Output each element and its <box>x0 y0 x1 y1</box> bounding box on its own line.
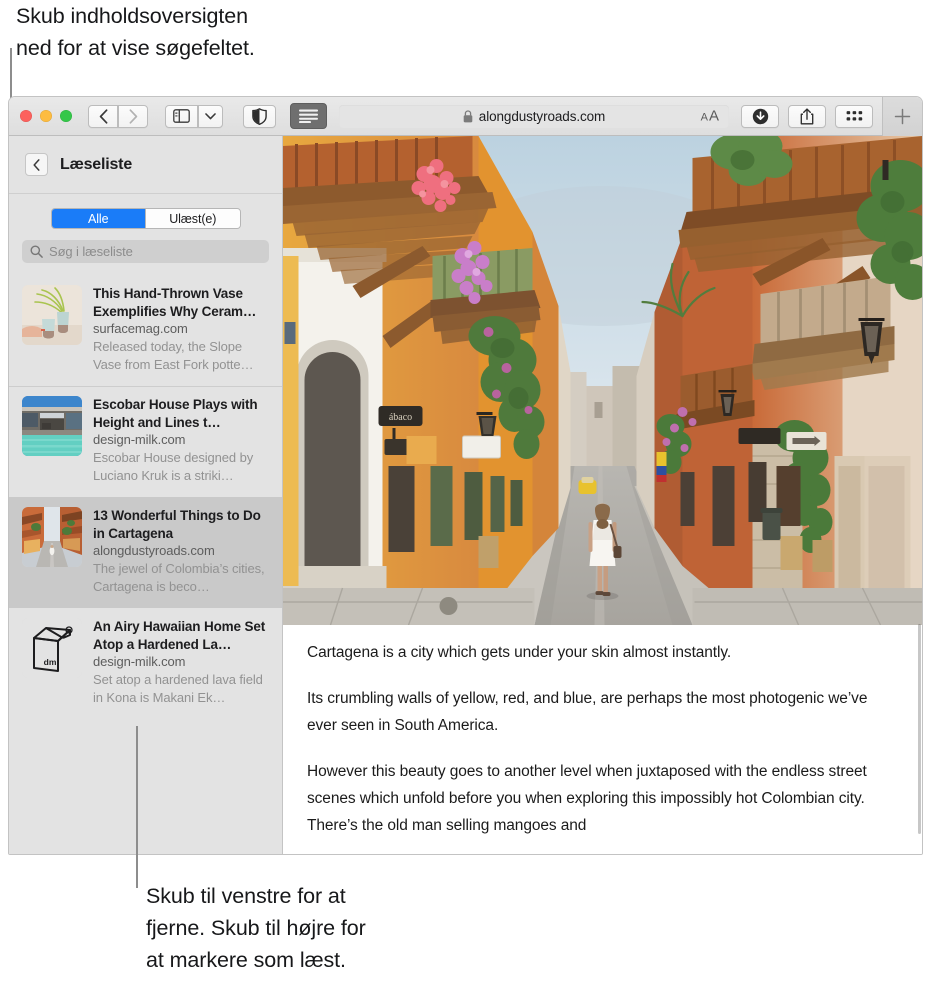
minimize-window-button[interactable] <box>40 110 52 122</box>
window-content: Læseliste Alle Ulæst(e) Søg i læseliste … <box>9 136 922 854</box>
download-icon <box>752 108 768 124</box>
sidebar-back-button[interactable] <box>25 153 48 176</box>
page-title: Læseliste <box>60 155 133 173</box>
list-item-title: 13 Wonderful Things to Do in Cartagena <box>93 508 261 541</box>
privacy-report-button[interactable] <box>243 104 276 128</box>
tab-overview-button[interactable] <box>835 104 873 128</box>
address-bar-content: alongdustyroads.com <box>463 109 605 124</box>
font-size-large-label: A <box>708 107 719 125</box>
callout-top-leader-line <box>10 48 12 100</box>
list-item-title: An Airy Hawaiian Home Set Atop a Hardene… <box>93 619 266 652</box>
list-item-text: Escobar House Plays with Height and Line… <box>93 396 270 485</box>
list-item-excerpt: Escobar House designed by Luciano Kruk i… <box>93 450 254 483</box>
toggle-sidebar-button[interactable] <box>165 104 198 128</box>
article-paragraph: Cartagena is a city which gets under you… <box>307 644 732 661</box>
reading-list-sidebar: Læseliste Alle Ulæst(e) Søg i læseliste … <box>9 136 283 854</box>
address-bar[interactable]: alongdustyroads.com AA <box>339 104 729 128</box>
list-item-title: This Hand-Thrown Vase Exemplifies Why Ce… <box>93 286 257 319</box>
article-text: Cartagena is a city which gets under you… <box>283 625 922 839</box>
chevron-down-icon <box>205 112 216 119</box>
svg-text:ábaco: ábaco <box>389 412 412 423</box>
chevron-left-icon <box>99 108 107 124</box>
window-traffic-lights <box>20 110 72 122</box>
svg-text:dm: dm <box>44 657 57 667</box>
tab-all[interactable]: Alle <box>51 209 145 228</box>
shield-icon <box>252 107 267 125</box>
callout-bottom-leader-line <box>136 726 138 888</box>
share-button[interactable] <box>788 104 826 128</box>
list-item-domain: surfacemag.com <box>93 321 188 336</box>
chevron-left-icon <box>33 158 40 171</box>
list-item-domain: design-milk.com <box>93 432 186 447</box>
downloads-button[interactable] <box>741 104 779 128</box>
callout-top-text: Skub indholdsoversigten ned for at vise … <box>16 4 255 60</box>
chevron-right-icon <box>129 108 137 124</box>
list-item-text: This Hand-Thrown Vase Exemplifies Why Ce… <box>93 285 270 374</box>
plus-icon <box>894 108 911 124</box>
search-icon <box>30 245 43 258</box>
article-pane: ábaco Cartagena is a city which gets und… <box>283 136 922 854</box>
list-item[interactable]: This Hand-Thrown Vase Exemplifies Why Ce… <box>9 275 282 386</box>
lock-icon <box>463 109 473 122</box>
tab-unread[interactable]: Ulæst(e) <box>145 209 240 228</box>
share-icon <box>800 107 814 124</box>
forward-button[interactable] <box>118 104 148 128</box>
browser-toolbar: alongdustyroads.com AA <box>9 97 922 136</box>
list-item-domain: design-milk.com <box>93 654 186 669</box>
toolbar-right-button-group <box>741 104 873 128</box>
milk-carton-icon: R dm <box>22 618 82 678</box>
sidebar-header: Læseliste <box>9 136 282 194</box>
cartagena-street-photo: ábaco <box>283 136 922 625</box>
sidebar-menu-button[interactable] <box>198 104 223 128</box>
article-paragraph: However this beauty goes to another leve… <box>307 763 867 834</box>
search-placeholder: Søg i læseliste <box>49 244 133 259</box>
filter-segmented-control-wrap: Alle Ulæst(e) <box>9 194 282 229</box>
filter-segmented-control: Alle Ulæst(e) <box>50 208 241 229</box>
article-paragraph: Its crumbling walls of yellow, red, and … <box>307 690 868 734</box>
list-item[interactable]: Escobar House Plays with Height and Line… <box>9 386 282 497</box>
modern-house-pool-thumbnail <box>22 396 82 456</box>
list-item-text: 13 Wonderful Things to Do in Cartagena a… <box>93 507 270 596</box>
font-size-small-label: A <box>700 111 708 124</box>
vase-photo <box>22 285 82 345</box>
article-scrollbar[interactable] <box>918 624 921 834</box>
house-photo <box>22 396 82 456</box>
ceramic-vases-thumbnail <box>22 285 82 345</box>
sidebar-icon <box>173 109 190 123</box>
svg-text:R: R <box>67 628 70 633</box>
street-photo <box>22 507 82 567</box>
list-item-title: Escobar House Plays with Height and Line… <box>93 397 258 430</box>
reading-list: This Hand-Thrown Vase Exemplifies Why Ce… <box>9 275 282 719</box>
list-item-text: An Airy Hawaiian Home Set Atop a Hardene… <box>93 618 270 707</box>
screenshot-root: Skub indholdsoversigten ned for at vise … <box>0 0 931 987</box>
new-tab-button[interactable] <box>882 97 922 136</box>
search-input[interactable]: Søg i læseliste <box>22 240 269 263</box>
close-window-button[interactable] <box>20 110 32 122</box>
cartagena-street-thumbnail <box>22 507 82 567</box>
font-size-button[interactable]: AA <box>701 108 719 125</box>
navigation-button-group <box>88 104 148 128</box>
list-item-excerpt: The jewel of Colombia’s cities, Cartagen… <box>93 561 265 594</box>
safari-window: alongdustyroads.com AA Læseliste Alle Ul… <box>8 96 923 855</box>
callout-bottom-text: Skub til venstre for at fjerne. Skub til… <box>146 884 366 972</box>
tab-grid-icon <box>846 111 862 121</box>
list-item-excerpt: Set atop a hardened lava field in Kona i… <box>93 672 263 705</box>
list-item[interactable]: R dm An Airy Hawaiian Home Set Atop a Ha… <box>9 608 282 719</box>
list-item-excerpt: Released today, the Slope Vase from East… <box>93 339 254 372</box>
list-item-domain: alongdustyroads.com <box>93 543 215 558</box>
url-text: alongdustyroads.com <box>478 108 606 124</box>
zoom-window-button[interactable] <box>60 110 72 122</box>
search-wrap: Søg i læseliste <box>9 229 282 263</box>
design-milk-carton-logo: R dm <box>22 618 82 678</box>
reader-view-button[interactable] <box>290 103 327 129</box>
back-button[interactable] <box>88 104 118 128</box>
list-item[interactable]: 13 Wonderful Things to Do in Cartagena a… <box>9 497 282 608</box>
reader-lines-icon <box>299 109 318 123</box>
sidebar-button-group <box>165 104 223 128</box>
